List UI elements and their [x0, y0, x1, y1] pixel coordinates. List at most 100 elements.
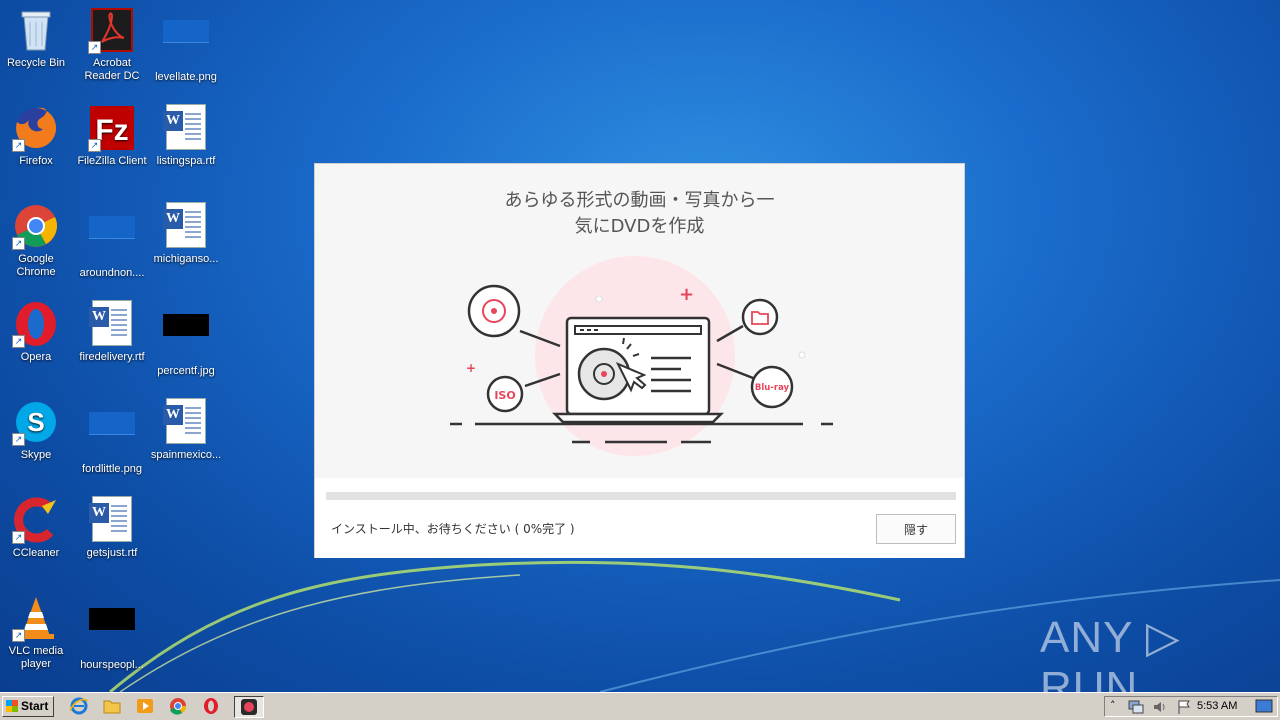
- shortcut-arrow-icon: ↗: [12, 237, 25, 250]
- shortcut-arrow-icon: ↗: [12, 433, 25, 446]
- desktop: Recycle Bin ↗ Firefox ↗ Google Chrome ↗ …: [0, 0, 1280, 692]
- desktop-icon-vlc[interactable]: ↗ VLC media player: [0, 594, 74, 671]
- desktop-icon-label: percentf.jpg: [157, 365, 215, 377]
- plus-decoration-icon: +: [679, 284, 694, 305]
- desktop-icon-spainmexico[interactable]: W spainmexico...: [148, 398, 224, 462]
- desktop-icon-listingspa[interactable]: W listingspa.rtf: [148, 104, 224, 168]
- word-document-icon: W: [163, 104, 206, 150]
- word-document-icon: W: [89, 300, 132, 346]
- dot-decoration-icon: [798, 351, 806, 359]
- desktop-icon-aroundnon[interactable]: aroundnon....: [74, 202, 150, 280]
- desktop-icon-levellate[interactable]: levellate.png: [148, 6, 224, 84]
- plus-decoration-icon: +: [466, 361, 476, 375]
- desktop-icon-firefox[interactable]: ↗ Firefox: [0, 104, 74, 168]
- action-center-flag-icon[interactable]: [1175, 699, 1193, 715]
- chrome-icon: [170, 698, 187, 715]
- desktop-icon-ccleaner[interactable]: ↗ CCleaner: [0, 496, 74, 560]
- desktop-icon-label: Recycle Bin: [6, 57, 66, 69]
- desktop-icon-opera[interactable]: ↗ Opera: [0, 300, 74, 364]
- image-thumbnail-icon: [163, 314, 209, 336]
- desktop-icon-label: michiganso...: [153, 253, 219, 265]
- video-disc-icon: [467, 284, 521, 338]
- desktop-icon-firedelivery[interactable]: W firedelivery.rtf: [74, 300, 150, 364]
- dvd-creator-illustration: + + ISO Blu-ray: [450, 256, 833, 456]
- network-icon[interactable]: [1127, 699, 1145, 715]
- image-thumbnail-icon: [89, 412, 135, 435]
- desktop-icon-label: firedelivery.rtf: [79, 351, 145, 363]
- dialog-title-line1: あらゆる形式の動画・写真から一: [504, 190, 775, 211]
- dot-decoration-icon: [595, 295, 603, 303]
- hide-button[interactable]: 隠す: [876, 514, 956, 544]
- start-label: Start: [21, 699, 49, 713]
- taskbar-opera[interactable]: [200, 696, 224, 718]
- desktop-icon-label: Firefox: [19, 155, 53, 167]
- dialog-title: あらゆる形式の動画・写真から一 気にDVDを作成: [315, 188, 964, 240]
- image-thumbnail-icon: [163, 20, 209, 43]
- desktop-icon-michiganso[interactable]: W michiganso...: [148, 202, 224, 266]
- shortcut-arrow-icon: ↗: [88, 139, 101, 152]
- taskbar-clock[interactable]: 5:53 AM: [1197, 700, 1237, 712]
- media-player-icon: [137, 699, 153, 713]
- desktop-icon-label: Acrobat Reader DC: [84, 57, 140, 82]
- word-document-icon: W: [163, 202, 206, 248]
- laptop-icon: [551, 316, 725, 424]
- desktop-icon-hourspeopl[interactable]: hourspeopl...: [74, 594, 150, 672]
- desktop-icon-filezilla[interactable]: Fz ↗ FileZilla Client: [74, 104, 150, 168]
- windows-logo-icon: [6, 700, 18, 712]
- taskbar-media-player[interactable]: [134, 696, 158, 718]
- desktop-icon-label: levellate.png: [155, 71, 217, 83]
- shortcut-arrow-icon: ↗: [88, 41, 101, 54]
- desktop-icon-label: Skype: [20, 449, 52, 461]
- desktop-icon-label: hourspeopl...: [80, 659, 144, 671]
- taskbar: Start ˄ 5:53 AM: [0, 692, 1280, 720]
- desktop-icon-label: fordlittle.png: [82, 463, 142, 475]
- word-document-icon: W: [89, 496, 132, 542]
- install-status-text: インストール中、お待ちください ( 0%完了 ): [331, 522, 575, 536]
- desktop-icon-google-chrome[interactable]: ↗ Google Chrome: [0, 202, 74, 279]
- shortcut-arrow-icon: ↗: [12, 629, 25, 642]
- svg-text:S: S: [27, 407, 44, 437]
- tray-expand-icon[interactable]: ˄: [1110, 699, 1116, 712]
- image-thumbnail-icon: [89, 216, 135, 239]
- recycle-bin-icon: [21, 11, 51, 51]
- show-desktop-icon[interactable]: [1255, 699, 1273, 714]
- folder-icon: [103, 700, 121, 714]
- desktop-icon-label: VLC media player: [8, 645, 64, 670]
- desktop-icon-percentf[interactable]: percentf.jpg: [148, 300, 224, 378]
- iso-icon: ISO: [486, 375, 524, 413]
- opera-icon: [204, 698, 218, 714]
- anyrun-watermark: ANY ▷ RUN: [1040, 613, 1181, 692]
- desktop-icon-label: listingspa.rtf: [156, 155, 216, 167]
- install-progress-bar: [326, 492, 956, 500]
- folder-icon: [741, 298, 779, 336]
- bluray-icon: Blu-ray: [750, 365, 794, 409]
- desktop-icon-recycle-bin[interactable]: Recycle Bin: [0, 6, 74, 70]
- start-button[interactable]: Start: [2, 696, 54, 717]
- system-tray: ˄ 5:53 AM: [1104, 696, 1278, 717]
- taskbar-installer-app[interactable]: [234, 696, 264, 718]
- taskbar-chrome[interactable]: [167, 696, 191, 718]
- desktop-icon-label: CCleaner: [12, 547, 60, 559]
- shortcut-arrow-icon: ↗: [12, 335, 25, 348]
- shortcut-arrow-icon: ↗: [12, 139, 25, 152]
- desktop-icon-acrobat-reader[interactable]: ↗ Acrobat Reader DC: [74, 6, 150, 83]
- desktop-icon-label: FileZilla Client: [77, 155, 147, 167]
- volume-icon[interactable]: [1151, 699, 1169, 715]
- desktop-icon-fordlittle[interactable]: fordlittle.png: [74, 398, 150, 476]
- image-thumbnail-icon: [89, 608, 135, 630]
- desktop-icon-getsjust[interactable]: W getsjust.rtf: [74, 496, 150, 560]
- desktop-icon-label: spainmexico...: [150, 449, 222, 461]
- taskbar-internet-explorer[interactable]: [68, 696, 92, 718]
- installer-dialog: あらゆる形式の動画・写真から一 気にDVDを作成 + + ISO Blu-ray…: [314, 163, 965, 558]
- desktop-icon-label: getsjust.rtf: [86, 547, 138, 559]
- desktop-icon-skype[interactable]: S ↗ Skype: [0, 398, 74, 462]
- iso-label: ISO: [494, 389, 515, 402]
- shortcut-arrow-icon: ↗: [12, 531, 25, 544]
- bluray-label: Blu-ray: [755, 383, 790, 393]
- word-document-icon: W: [163, 398, 206, 444]
- desktop-icon-label: Opera: [20, 351, 52, 363]
- taskbar-explorer[interactable]: [101, 696, 125, 718]
- desktop-icon-label: Google Chrome: [16, 253, 56, 278]
- internet-explorer-icon: [69, 697, 89, 715]
- installer-app-icon: [241, 699, 257, 715]
